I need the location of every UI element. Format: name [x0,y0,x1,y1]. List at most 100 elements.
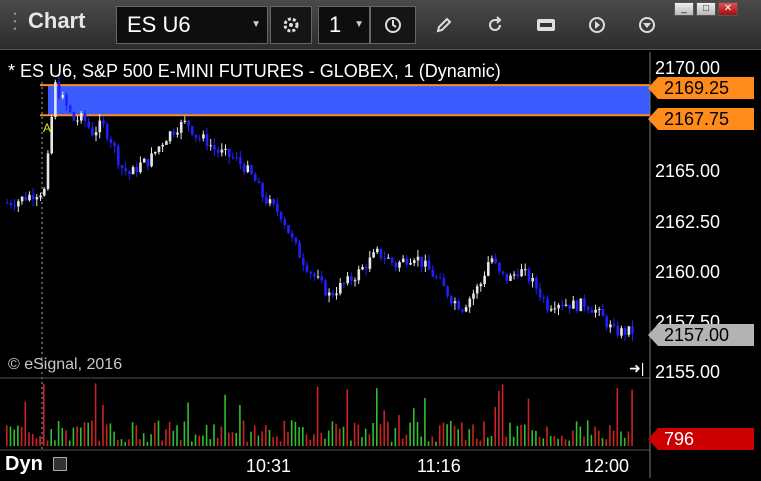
play-icon[interactable] [586,14,608,36]
drag-grip-icon[interactable]: ⋮ [4,8,26,33]
volume-bar [68,440,71,446]
volume-bar [43,384,45,446]
candle-body [246,165,250,173]
price-tag-zone-low: 2167.75 [664,109,730,129]
refresh-icon[interactable] [484,14,506,36]
candle-body [501,271,505,274]
symbol-dropdown-icon[interactable]: ▼ [251,7,261,43]
close-button[interactable]: ✕ [718,2,738,16]
volume-bar [468,429,471,446]
draw-pencil-icon[interactable] [433,14,455,36]
candle-body [298,242,301,258]
interval-dropdown-icon[interactable]: ▼ [354,7,364,43]
candle-body [183,120,187,123]
symbol-settings-button[interactable] [270,6,312,44]
volume-bar [261,431,263,446]
volume-bar [161,440,163,446]
candle-body [165,141,168,145]
volume-bar [609,425,611,446]
volume-bar [479,440,482,446]
interval-value: 1 [329,12,342,37]
volume-bar [250,431,252,446]
volume-bar [216,437,219,446]
candle-body [120,165,124,169]
volume-bar [490,435,493,446]
candle-body [94,132,98,136]
volume-bar [35,438,38,446]
get-data-icon[interactable] [535,14,557,36]
lock-icon[interactable] [53,457,67,471]
jump-to-latest-icon[interactable]: ➜| [629,360,644,377]
candle-body [461,309,464,312]
volume-bar [276,436,278,446]
candle-body [179,122,183,133]
volume-bar [361,437,363,446]
candle-body [13,205,16,207]
volume-bar [46,440,49,446]
candle-body [516,274,520,277]
price-chart[interactable]: A [0,50,761,481]
volume-bar [342,426,345,446]
candle-body [150,153,153,167]
volume-bar [575,421,578,446]
volume-bar [405,434,408,446]
volume-bar [446,424,448,446]
interval-input[interactable]: 1 ▼ [318,6,370,44]
volume-bar [557,438,559,446]
volume-bar [80,427,82,446]
chart-title: * ES U6, S&P 500 E-MINI FUTURES - GLOBEX… [8,61,501,81]
candle-body [39,195,42,198]
symbol-input[interactable]: ES U6 ▼ [116,6,268,44]
volume-bar [538,436,541,446]
volume-bar [76,426,78,446]
candle-body [109,138,113,143]
candle-body [453,301,457,304]
candle-body [616,326,620,336]
volume-bar [435,441,437,446]
candle-body [279,212,283,220]
volume-bar [61,428,64,446]
candle-body [620,328,623,336]
volume-bar [475,438,478,446]
candle-body [324,280,327,296]
volume-bar [549,436,552,446]
y-tick-2162-5: 2162.50 [655,212,721,232]
candle-body [446,286,449,297]
dynamic-mode-label[interactable]: Dyn [5,453,43,476]
candle-body [224,148,227,150]
volume-bar [172,430,175,446]
last-volume-tag: 796 [664,429,695,449]
candle-body [368,257,372,269]
minimize-button[interactable]: _ [674,2,694,16]
window-title[interactable]: ⋮Chart [4,8,85,34]
interval-clock-button[interactable] [370,6,416,44]
candle-body [272,199,275,204]
candle-body [265,197,268,204]
y-tick-2155: 2155.00 [655,362,721,382]
menu-icon[interactable] [636,14,658,36]
volume-bar [387,421,389,446]
candle-body [335,293,338,296]
volume-bar [165,429,167,446]
candle-body [605,316,608,328]
volume-bar [364,428,367,446]
volume-bar [320,432,323,446]
candle-body [216,149,220,153]
volume-bar [224,394,226,446]
maximize-button[interactable]: □ [696,2,716,16]
price-zone[interactable] [48,85,650,116]
volume-bar [309,439,311,446]
volume-bar [346,389,348,446]
candle-body [442,278,446,287]
candle-body [387,257,390,259]
candle-body [553,308,557,310]
volume-bar [287,431,289,446]
volume-bar [283,420,286,446]
volume-bar [413,408,415,446]
volume-bar [450,420,452,446]
candle-body [253,173,257,182]
candle-body [627,326,631,335]
candle-body [72,111,76,121]
volume-bar [598,430,600,446]
volume-bar [316,386,319,446]
